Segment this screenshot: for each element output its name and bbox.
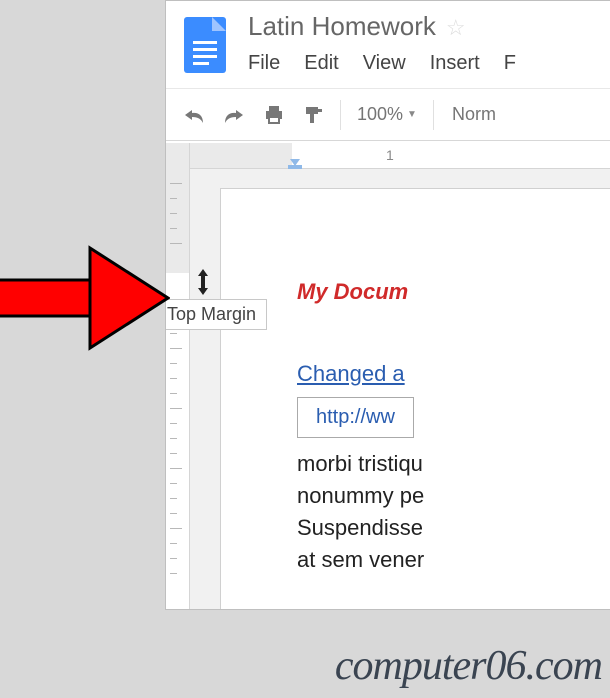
menu-view[interactable]: View: [363, 52, 406, 75]
paint-format-button[interactable]: [296, 98, 332, 132]
star-icon[interactable]: ☆: [446, 15, 466, 41]
menu-insert[interactable]: Insert: [430, 52, 480, 75]
resize-vertical-cursor-icon: [196, 269, 210, 295]
document-heading[interactable]: My Docum: [297, 279, 610, 305]
redo-button[interactable]: [216, 98, 252, 132]
docs-app-icon[interactable]: [184, 17, 226, 73]
print-button[interactable]: [256, 98, 292, 132]
indent-base-icon[interactable]: [288, 165, 302, 169]
title-block: Latin Homework ☆ File Edit View Insert F: [248, 11, 610, 75]
toolbar-divider: [433, 100, 434, 130]
editor-area: Top Margin 1 My Docum Changed a http://w…: [166, 143, 610, 609]
document-canvas[interactable]: 1 My Docum Changed a http://ww morbi tri…: [190, 143, 610, 609]
document-title[interactable]: Latin Homework: [248, 11, 436, 42]
toolbar: 100% ▼ Norm: [166, 89, 610, 141]
body-line: at sem vener: [297, 544, 610, 576]
menu-format[interactable]: F: [504, 52, 516, 75]
ruler-tick-label: 1: [386, 147, 394, 163]
top-margin-tooltip: Top Margin: [165, 299, 267, 330]
toolbar-divider: [340, 100, 341, 130]
undo-button[interactable]: [176, 98, 212, 132]
app-window: Latin Homework ☆ File Edit View Insert F: [165, 0, 610, 610]
document-page[interactable]: My Docum Changed a http://ww morbi trist…: [220, 188, 610, 609]
zoom-value: 100%: [357, 104, 403, 125]
watermark-text: computer06.com: [335, 642, 602, 690]
paragraph-style-select[interactable]: Norm: [442, 104, 496, 125]
zoom-select[interactable]: 100% ▼: [349, 104, 425, 125]
menu-edit[interactable]: Edit: [304, 52, 338, 75]
document-body[interactable]: morbi tristiqu nonummy pe Suspendisse at…: [297, 448, 610, 576]
vertical-ruler[interactable]: Top Margin: [166, 143, 190, 609]
body-line: Suspendisse: [297, 512, 610, 544]
horizontal-ruler[interactable]: 1: [190, 143, 610, 169]
document-hyperlink[interactable]: Changed a: [297, 361, 405, 387]
url-input-box[interactable]: http://ww: [297, 397, 414, 438]
annotation-arrow: [0, 238, 170, 358]
body-line: morbi tristiqu: [297, 448, 610, 480]
body-line: nonummy pe: [297, 480, 610, 512]
menu-file[interactable]: File: [248, 52, 280, 75]
chevron-down-icon: ▼: [407, 109, 417, 120]
header: Latin Homework ☆ File Edit View Insert F: [166, 1, 610, 89]
menubar: File Edit View Insert F: [248, 52, 610, 75]
hruler-margin-region[interactable]: [190, 143, 292, 168]
